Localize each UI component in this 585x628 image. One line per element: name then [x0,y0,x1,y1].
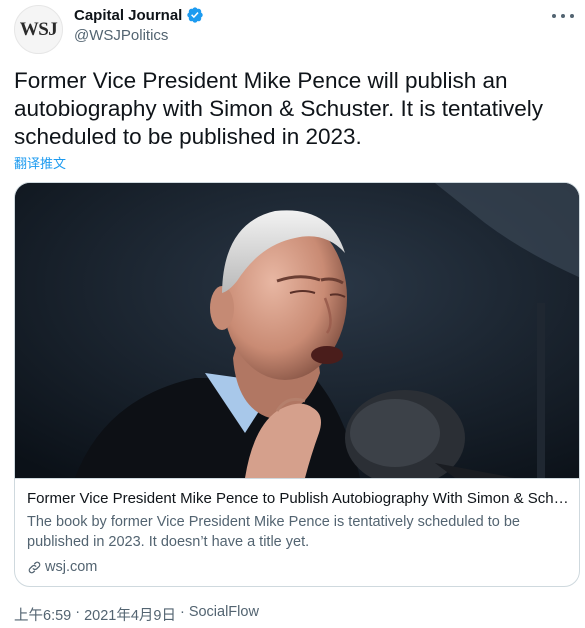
tweet-date[interactable]: 2021年4月9日 [84,604,176,625]
meta-separator: · [75,604,81,620]
card-domain-row[interactable]: wsj.com [27,557,569,577]
link-preview-card[interactable]: Former Vice President Mike Pence to Publ… [14,182,580,587]
tweet-text: Former Vice President Mike Pence will pu… [14,68,544,149]
author-display-name[interactable]: Capital Journal [74,7,182,24]
avatar-logo-text: WSJ [19,18,58,40]
link-icon [28,561,41,573]
card-description: The book by former Vice President Mike P… [27,514,520,550]
author-handle[interactable]: @WSJPolitics [74,27,168,44]
card-photo [15,183,579,478]
card-title[interactable]: Former Vice President Mike Pence to Publ… [27,489,569,509]
avatar[interactable]: WSJ [14,5,63,54]
tweet-meta: 上午6:59 · 2021年4月9日 · SocialFlow [14,604,259,625]
tweet-header: WSJ Capital Journal @WSJPolitics [14,5,574,55]
tweet-source: SocialFlow [188,604,259,620]
verified-badge-icon [187,7,204,23]
author-name-row: Capital Journal [74,6,204,24]
card-body[interactable]: Former Vice President Mike Pence to Publ… [15,478,579,586]
tweet-time[interactable]: 上午6:59 [14,604,71,625]
card-image[interactable] [15,183,579,478]
translate-tweet-link[interactable]: 翻译推文 [14,153,66,172]
more-options-icon[interactable] [552,7,574,25]
meta-separator: · [179,604,185,620]
card-domain: wsj.com [45,559,98,575]
